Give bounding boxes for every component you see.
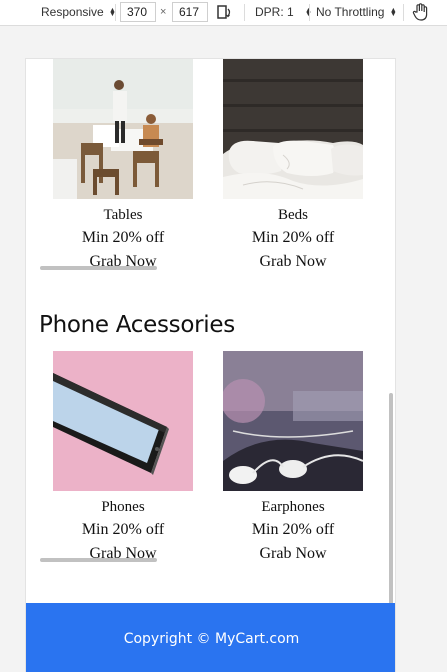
product-offer: Min 20% off [251,229,335,246]
product-card-earphones[interactable]: Earphones Min 20% off Grab Now [223,351,363,562]
dpr-label: DPR: 1 [255,5,294,19]
device-toolbar: Responsive ▲▼ 370 × 617 DPR: 1 ▲▼ No Thr… [0,0,447,26]
product-image-tables[interactable] [53,59,193,199]
height-input[interactable]: 617 [172,2,208,22]
width-input[interactable]: 370 [120,2,156,22]
device-select[interactable]: Responsive ▲ ▼ [41,3,116,22]
horizontal-scrollbar[interactable] [40,558,157,562]
section-title: Phone Acessories [39,312,235,338]
toolbar-divider [244,4,245,21]
grab-now-link[interactable]: Grab Now [223,546,363,562]
product-card-tables[interactable]: Tables Min 20% off Grab Now [53,59,193,270]
footer-copyright: Copyright © MyCart.com [123,631,300,647]
dpr-select[interactable]: DPR: 1 ▲▼ [255,3,312,22]
rotate-icon [217,5,231,19]
touch-toggle-button[interactable] [412,3,428,22]
hand-pointer-icon [412,3,428,21]
toolbar-divider [403,4,404,21]
product-offer: Min 20% off [251,521,335,538]
product-offer: Min 20% off [81,229,165,246]
product-name: Phones [101,499,145,515]
footer: Copyright © MyCart.com [26,603,395,672]
dimension-separator: × [160,6,167,18]
product-name: Tables [103,207,143,223]
select-arrows-icon: ▲▼ [389,6,397,18]
product-name: Earphones [261,499,325,515]
grab-now-link[interactable]: Grab Now [223,254,363,270]
rotate-button[interactable] [216,3,232,22]
toolbar-divider [309,4,310,21]
toolbar-divider [115,4,116,21]
throttling-select[interactable]: No Throttling ▲ ▼ [316,3,397,22]
throttling-label: No Throttling [316,5,385,19]
product-image-earphones[interactable] [223,351,363,491]
product-image-phones[interactable] [53,351,193,491]
product-name: Beds [278,207,308,223]
product-offer: Min 20% off [81,521,165,538]
page-viewport[interactable]: Tables Min 20% off Grab Now Beds Min 20%… [25,58,396,672]
product-image-beds[interactable] [223,59,363,199]
device-select-label: Responsive [41,5,104,19]
product-card-beds[interactable]: Beds Min 20% off Grab Now [223,59,363,270]
product-card-phones[interactable]: Phones Min 20% off Grab Now [53,351,193,562]
horizontal-scrollbar[interactable] [40,266,157,270]
